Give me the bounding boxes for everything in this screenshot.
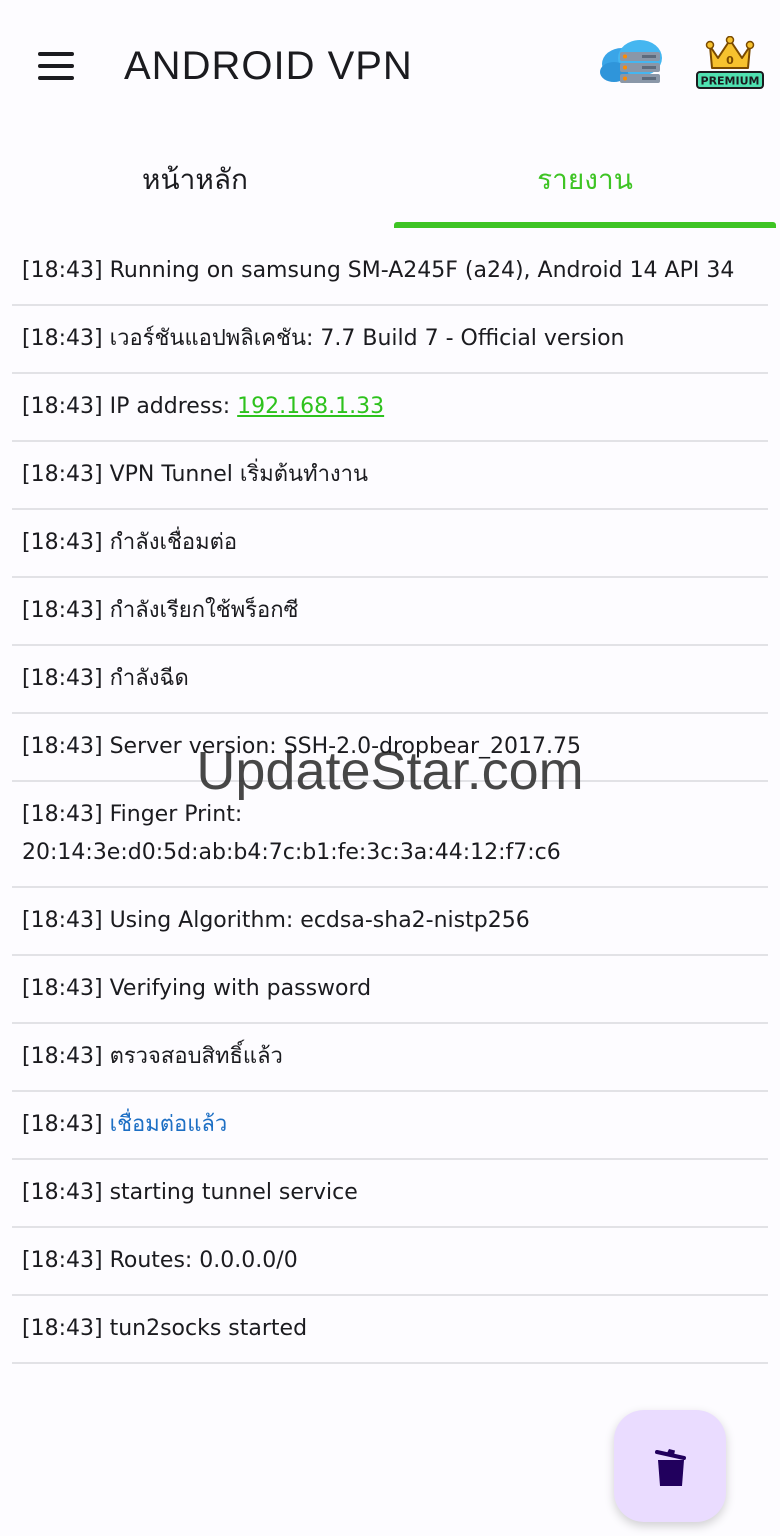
log-time: [18:43] [22,976,103,1001]
log-entry: [18:43] starting tunnel service [12,1160,768,1228]
log-text: Running on samsung SM-A245F (a24), Andro… [109,258,735,283]
log-entry: [18:43] กำลังเรียกใช้พร็อกซี [12,578,768,646]
log-entry: [18:43] Running on samsung SM-A245F (a24… [12,238,768,306]
log-time: [18:43] [22,1248,103,1273]
log-time: [18:43] [22,598,103,623]
log-entry: [18:43] Routes: 0.0.0.0/0 [12,1228,768,1296]
log-time: [18:43] [22,1044,103,1069]
menu-icon[interactable] [36,50,76,82]
log-entry: [18:43] tun2socks started [12,1296,768,1364]
log-time: [18:43] [22,802,103,827]
app-title: ANDROID VPN [124,44,413,88]
premium-label: PREMIUM [701,75,760,88]
log-text: IP address: [109,394,238,419]
log-time: [18:43] [22,326,103,351]
active-tab-indicator [394,222,776,228]
log-list[interactable]: [18:43] Running on samsung SM-A245F (a24… [12,238,768,1364]
log-time: [18:43] [22,462,103,487]
log-text: ตรวจสอบสิทธิ์แล้ว [109,1044,283,1069]
log-time: [18:43] [22,394,103,419]
log-entry: [18:43] กำลังฉีด [12,646,768,714]
log-entry: [18:43] เวอร์ชันแอปพลิเคชัน: 7.7 Build 7… [12,306,768,374]
ip-address-link[interactable]: 192.168.1.33 [237,394,384,419]
log-entry: [18:43] ตรวจสอบสิทธิ์แล้ว [12,1024,768,1092]
log-text: กำลังเรียกใช้พร็อกซี [109,598,299,623]
log-text: Using Algorithm: ecdsa-sha2-nistp256 [109,908,530,933]
log-time: [18:43] [22,1112,103,1137]
log-entry: [18:43] Server version: SSH-2.0-dropbear… [12,714,768,782]
log-entry: [18:43] เชื่อมต่อแล้ว [12,1092,768,1160]
log-text: เวอร์ชันแอปพลิเคชัน: 7.7 Build 7 - Offic… [109,326,625,351]
log-text: tun2socks started [109,1316,308,1341]
tab-bar: หน้าหลัก รายงาน [0,132,780,228]
app-bar: ANDROID VPN 0 PREMIUM [0,0,780,132]
trash-icon [655,1449,686,1486]
cloud-server-icon[interactable] [598,38,666,90]
clear-log-button[interactable] [614,1410,726,1522]
premium-count: 0 [726,54,734,67]
tab-log[interactable]: รายงาน [390,132,780,228]
log-time: [18:43] [22,734,103,759]
tab-home[interactable]: หน้าหลัก [0,132,390,228]
log-text: Server version: SSH-2.0-dropbear_2017.75 [109,734,581,759]
log-text: กำลังเชื่อมต่อ [109,530,238,555]
log-text: starting tunnel service [109,1180,358,1205]
log-time: [18:43] [22,1316,103,1341]
log-text: Finger Print: 20:14:3e:d0:5d:ab:b4:7c:b1… [22,802,561,865]
log-entry: [18:43] Verifying with password [12,956,768,1024]
log-time: [18:43] [22,258,103,283]
log-time: [18:43] [22,1180,103,1205]
log-connected-text: เชื่อมต่อแล้ว [109,1112,228,1137]
log-entry: [18:43] Finger Print: 20:14:3e:d0:5d:ab:… [12,782,768,888]
log-time: [18:43] [22,530,103,555]
log-time: [18:43] [22,908,103,933]
crown-premium-icon[interactable]: 0 PREMIUM [694,35,766,92]
log-text: กำลังฉีด [109,666,189,691]
log-time: [18:43] [22,666,103,691]
log-text: VPN Tunnel เริ่มต้นทำงาน [109,462,369,487]
log-text: Routes: 0.0.0.0/0 [109,1248,298,1273]
log-entry: [18:43] กำลังเชื่อมต่อ [12,510,768,578]
log-entry: [18:43] Using Algorithm: ecdsa-sha2-nist… [12,888,768,956]
log-text: Verifying with password [109,976,372,1001]
log-entry: [18:43] IP address: 192.168.1.33 [12,374,768,442]
log-entry: [18:43] VPN Tunnel เริ่มต้นทำงาน [12,442,768,510]
